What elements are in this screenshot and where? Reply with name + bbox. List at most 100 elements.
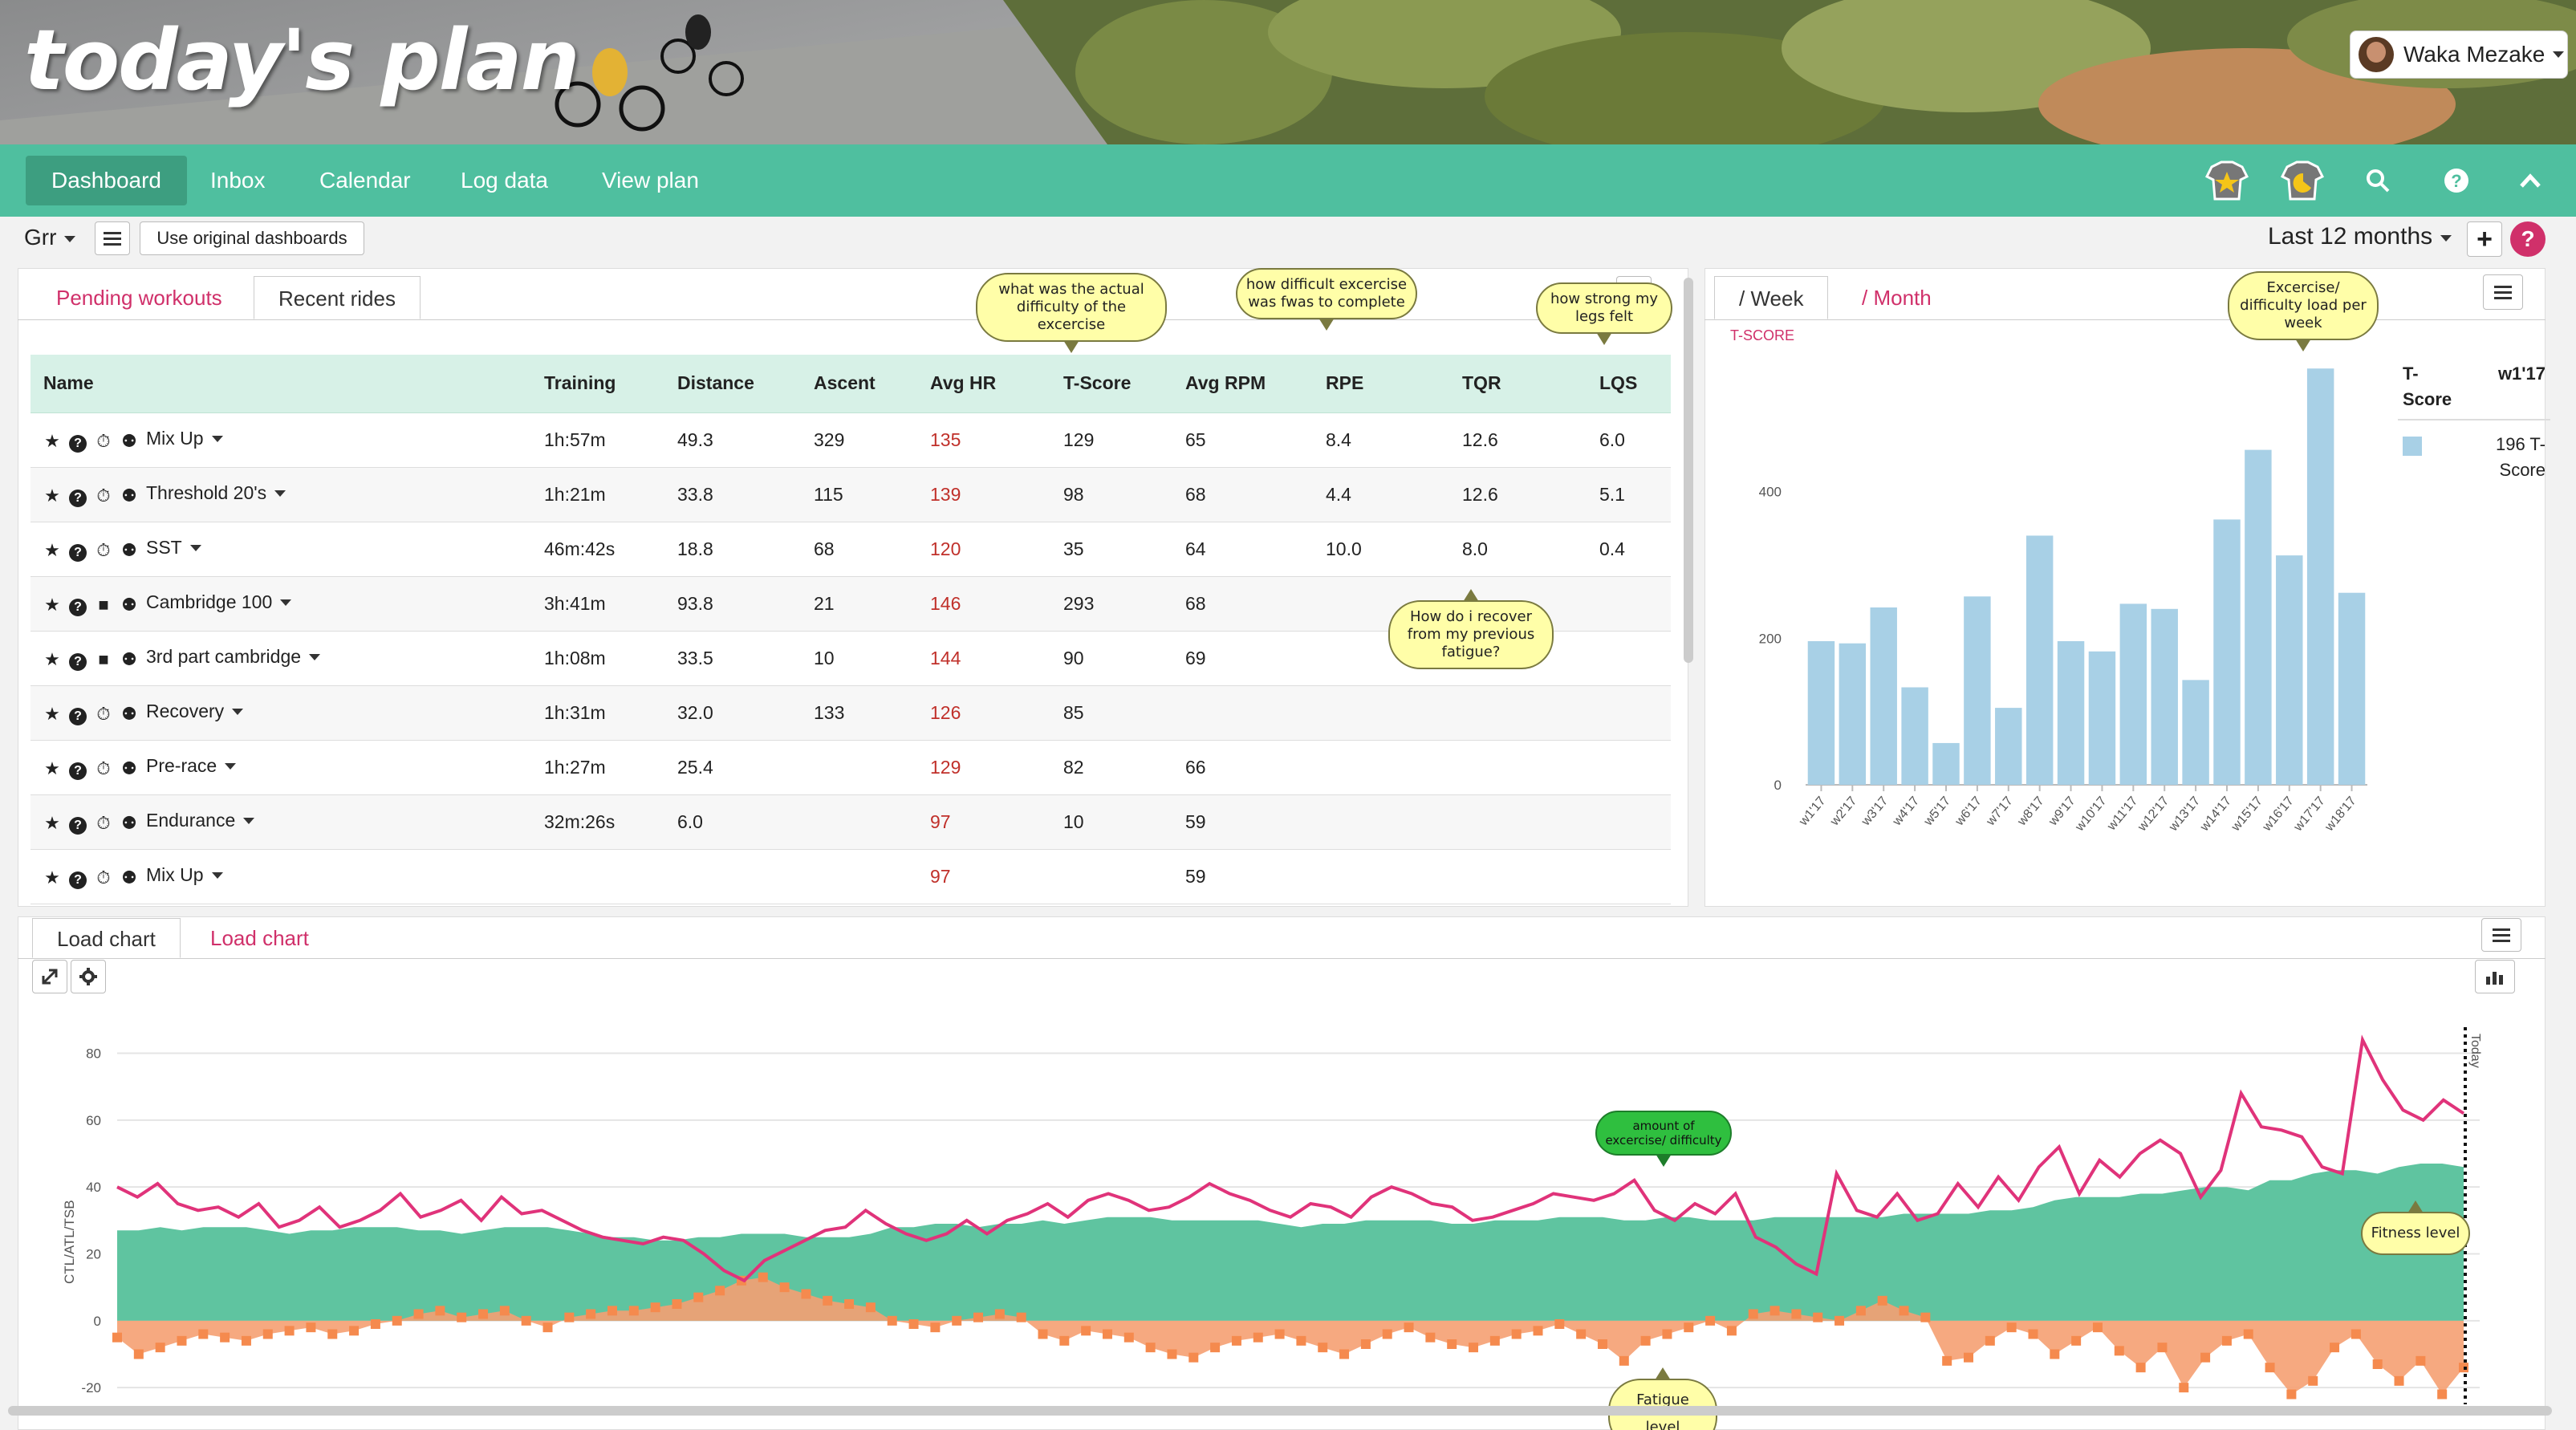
fatigue-point[interactable]	[2071, 1335, 2082, 1346]
fatigue-point[interactable]	[2200, 1352, 2211, 1363]
fatigue-point[interactable]	[2114, 1346, 2124, 1356]
bar[interactable]	[2119, 603, 2147, 785]
fatigue-point[interactable]	[349, 1326, 360, 1336]
fatigue-point[interactable]	[1210, 1343, 1221, 1353]
fatigue-point[interactable]	[1640, 1335, 1651, 1346]
bar[interactable]	[2213, 519, 2241, 785]
jersey-star-icon[interactable]	[2204, 157, 2250, 204]
question-icon[interactable]: ?	[69, 707, 87, 725]
menu-icon[interactable]	[2483, 274, 2523, 310]
col-name[interactable]: Name	[30, 355, 531, 413]
fatigue-point[interactable]	[1360, 1339, 1371, 1349]
fatigue-point[interactable]	[1382, 1329, 1392, 1339]
fatigue-point[interactable]	[262, 1329, 273, 1339]
star-icon[interactable]: ★	[43, 595, 61, 614]
fatigue-point[interactable]	[1318, 1343, 1328, 1353]
fatigue-point[interactable]	[2157, 1343, 2168, 1353]
bar[interactable]	[2276, 555, 2303, 785]
nav-calendar[interactable]: Calendar	[294, 156, 437, 205]
fatigue-point[interactable]	[1102, 1329, 1112, 1339]
ride-name[interactable]: Cambridge 100	[146, 591, 272, 612]
fatigue-point[interactable]	[564, 1312, 575, 1322]
fatigue-point[interactable]	[1533, 1326, 1543, 1336]
use-original-dashboards-button[interactable]: Use original dashboards	[140, 221, 364, 255]
dashboard-selector[interactable]: Grr	[24, 225, 76, 250]
bar[interactable]	[2025, 535, 2054, 785]
table-row[interactable]: ★? ⏱ ⚉ Recovery 1h:31m 32.0 133 126 85	[30, 685, 1671, 741]
question-icon[interactable]: ?	[69, 762, 87, 780]
fatigue-point[interactable]	[1296, 1335, 1306, 1346]
fatigue-point[interactable]	[542, 1322, 553, 1333]
table-row[interactable]: ★? ⏱ ⚉ Pre-race 1h:27m 25.4 129 82 66	[30, 740, 1671, 795]
chevron-down-icon[interactable]	[280, 599, 292, 606]
fatigue-point[interactable]	[2416, 1355, 2426, 1366]
fatigue-point[interactable]	[1167, 1349, 1177, 1359]
fatigue-point[interactable]	[198, 1329, 209, 1339]
fatigue-point[interactable]	[112, 1332, 122, 1343]
fatigue-point[interactable]	[693, 1292, 704, 1302]
fatigue-point[interactable]	[607, 1306, 617, 1316]
menu-icon[interactable]	[95, 221, 130, 255]
fatigue-point[interactable]	[2372, 1359, 2383, 1369]
fatigue-point[interactable]	[930, 1322, 941, 1333]
col-rpe[interactable]: RPE	[1313, 355, 1449, 413]
search-icon[interactable]	[2355, 157, 2401, 204]
question-icon[interactable]: ?	[69, 598, 87, 616]
help-icon[interactable]: ?	[2433, 157, 2480, 204]
bar[interactable]	[2338, 592, 2366, 785]
fatigue-point[interactable]	[2006, 1322, 2017, 1333]
bar[interactable]	[2057, 640, 2085, 785]
fatigue-point[interactable]	[1038, 1329, 1048, 1339]
fatigue-point[interactable]	[1985, 1335, 1995, 1346]
fatigue-point[interactable]	[2394, 1375, 2404, 1386]
fatigue-point[interactable]	[1059, 1335, 1070, 1346]
gear-icon[interactable]	[71, 960, 106, 993]
col-ascent[interactable]: Ascent	[801, 355, 917, 413]
col-avg-hr[interactable]: Avg HR	[917, 355, 1050, 413]
bar[interactable]	[1870, 607, 1897, 785]
fatigue-point[interactable]	[844, 1299, 855, 1309]
bar[interactable]	[2151, 608, 2178, 785]
fatigue-point[interactable]	[220, 1332, 230, 1343]
fatigue-point[interactable]	[392, 1315, 402, 1326]
fatigue-point[interactable]	[521, 1315, 531, 1326]
chevron-down-icon[interactable]	[189, 544, 201, 551]
fatigue-point[interactable]	[1511, 1329, 1522, 1339]
fatigue-point[interactable]	[2437, 1389, 2448, 1400]
fatigue-point[interactable]	[2265, 1363, 2275, 1373]
fatigue-point[interactable]	[1016, 1312, 1026, 1322]
bar[interactable]	[1807, 640, 1835, 785]
question-icon[interactable]: ?	[69, 871, 87, 889]
fatigue-point[interactable]	[865, 1302, 876, 1313]
fatigue-point[interactable]	[586, 1309, 596, 1319]
ride-name[interactable]: Mix Up	[146, 428, 204, 449]
table-row[interactable]: ★? ⏱ ⚉ Mix Up 97 59	[30, 849, 1671, 904]
fatigue-point[interactable]	[435, 1306, 445, 1316]
fatigue-point[interactable]	[1274, 1329, 1285, 1339]
fatigue-point[interactable]	[628, 1306, 639, 1316]
ride-name[interactable]: Threshold 20's	[146, 482, 266, 503]
chevron-down-icon[interactable]	[225, 762, 237, 770]
fatigue-point[interactable]	[1877, 1295, 1887, 1306]
fatigue-point[interactable]	[2050, 1349, 2060, 1359]
tab-pending-workouts[interactable]: Pending workouts	[32, 276, 246, 319]
app-logo[interactable]: today's plan	[24, 11, 580, 109]
question-icon[interactable]: ?	[69, 434, 87, 453]
fatigue-point[interactable]	[801, 1289, 811, 1299]
col-lqs[interactable]: LQS	[1587, 355, 1671, 413]
fatigue-point[interactable]	[1899, 1306, 1909, 1316]
fatigue-point[interactable]	[413, 1309, 424, 1319]
fatigue-point[interactable]	[1554, 1319, 1565, 1329]
chevron-down-icon[interactable]	[309, 653, 321, 660]
nav-dashboard[interactable]: Dashboard	[26, 156, 187, 205]
star-icon[interactable]: ★	[43, 486, 61, 505]
fatigue-point[interactable]	[1253, 1332, 1263, 1343]
user-menu[interactable]: Waka Mezake	[2350, 30, 2568, 79]
bar[interactable]	[1839, 643, 1867, 785]
ride-name[interactable]: Pre-race	[146, 755, 217, 776]
fatigue-point[interactable]	[2286, 1389, 2297, 1400]
fatigue-point[interactable]	[2221, 1335, 2232, 1346]
nav-view-plan[interactable]: View plan	[576, 156, 725, 205]
ride-name[interactable]: Endurance	[146, 810, 235, 831]
fatigue-point[interactable]	[1791, 1309, 1802, 1319]
